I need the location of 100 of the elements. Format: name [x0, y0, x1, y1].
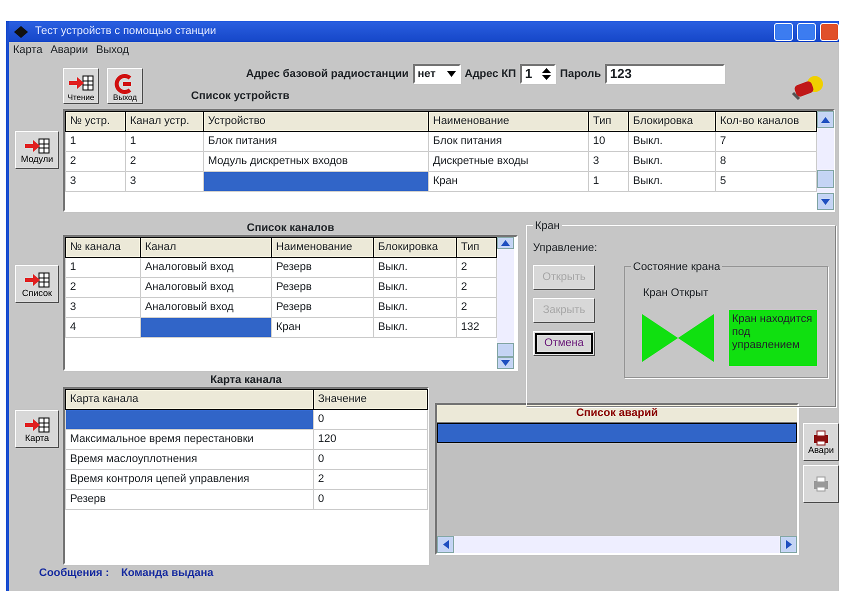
scroll-right-button[interactable]: [780, 536, 797, 553]
alarms-button[interactable]: Авари: [803, 423, 839, 461]
scroll-thumb[interactable]: [497, 343, 514, 357]
map-button[interactable]: Карта: [15, 410, 59, 448]
list-button[interactable]: Список: [15, 265, 59, 303]
kp-spinner[interactable]: 1: [520, 64, 556, 84]
field-label: Пароль: [560, 66, 601, 82]
table-cell: Резерв: [272, 277, 374, 297]
maximize-button[interactable]: [797, 22, 816, 40]
table-cell: Выкл.: [374, 317, 456, 337]
table-cell: Резерв: [272, 257, 374, 277]
column-header[interactable]: Наименование: [272, 238, 374, 257]
minimize-button[interactable]: [774, 22, 793, 40]
table-cell: 10: [588, 131, 628, 151]
panel-title: Состояние крана: [631, 259, 722, 276]
column-header[interactable]: Значение: [314, 390, 428, 409]
table-cell: 1: [66, 257, 140, 277]
column-header[interactable]: Карта канала: [66, 390, 314, 409]
connector-icon: [791, 75, 825, 101]
dropdown-arrow-icon: [446, 71, 456, 77]
scrollbar[interactable]: [437, 536, 797, 553]
column-header[interactable]: Устройство: [204, 112, 428, 131]
menu-item[interactable]: Аварии: [50, 42, 88, 59]
selected-cell[interactable]: [66, 409, 314, 429]
table-cell: 3: [66, 171, 126, 191]
field-label: Адрес КП: [464, 66, 516, 82]
table-cell: Выкл.: [628, 171, 716, 191]
modules-button[interactable]: Модули: [15, 131, 59, 169]
table-cell: 1: [126, 131, 204, 151]
exit-button[interactable]: Выход: [107, 68, 143, 104]
menu-item[interactable]: Выход: [96, 42, 129, 59]
table-cell: 3: [588, 151, 628, 171]
table-cell: 4: [66, 317, 140, 337]
state-caption: Кран Открыт: [643, 286, 710, 301]
menu-item[interactable]: Карта: [13, 42, 42, 59]
table-cell: Резерв: [66, 489, 314, 509]
status-label: Сообщения :: [39, 566, 110, 581]
scroll-down-button[interactable]: [817, 193, 834, 210]
password-field[interactable]: 123: [605, 64, 725, 84]
column-header[interactable]: Кол-во каналов: [716, 112, 816, 131]
scrollbar[interactable]: [497, 237, 514, 369]
column-header[interactable]: № устр.: [66, 112, 126, 131]
table-cell: 0: [314, 449, 428, 469]
alarm-list[interactable]: Список аварий: [435, 403, 799, 555]
app-icon: [13, 24, 29, 38]
table-cell: Кран: [272, 317, 374, 337]
table-cell: Блок питания: [428, 131, 588, 151]
panel-title: Кран: [533, 218, 562, 234]
table-cell: 5: [716, 171, 816, 191]
right-arrow-icon: [786, 540, 792, 549]
scrollbar[interactable]: [817, 111, 834, 210]
read-button[interactable]: Чтение: [63, 68, 99, 104]
table-cell: Время маслоуплотнения: [66, 449, 314, 469]
table-cell: 2: [66, 151, 126, 171]
down-arrow-icon: [821, 198, 830, 204]
column-header[interactable]: Тип: [588, 112, 628, 131]
arrow-grid-icon: [24, 416, 50, 434]
table-cell: Выкл.: [628, 131, 716, 151]
arrow-grid-icon: [24, 136, 50, 154]
column-header[interactable]: Канал: [140, 238, 272, 257]
printer-icon: [812, 430, 830, 446]
station-dropdown[interactable]: нет: [412, 64, 461, 84]
status-message: Команда выдана: [121, 566, 214, 581]
column-header[interactable]: № канала: [66, 238, 140, 257]
up-arrow-icon: [501, 240, 510, 246]
table-cell: 0: [314, 409, 428, 429]
column-header[interactable]: Блокировка: [374, 238, 456, 257]
table-cell: Кран: [428, 171, 588, 191]
table-cell: 2: [314, 469, 428, 489]
scroll-left-button[interactable]: [437, 536, 454, 553]
table-cell: 3: [126, 171, 204, 191]
table-cell: 3: [66, 297, 140, 317]
table-cell: 2: [66, 277, 140, 297]
list-row[interactable]: [437, 423, 797, 443]
selected-cell[interactable]: [204, 171, 428, 191]
selected-cell[interactable]: [140, 317, 272, 337]
field-label: Адрес базовой радиостанции: [246, 66, 409, 82]
column-header[interactable]: Канал устр.: [126, 112, 204, 131]
arrow-grid-icon: [24, 270, 50, 288]
column-header[interactable]: Список аварий: [437, 405, 797, 423]
table-cell: Выкл.: [628, 151, 716, 171]
crane-button[interactable]: Отмена: [533, 330, 595, 356]
column-header[interactable]: Тип: [456, 238, 496, 257]
column-header[interactable]: Блокировка: [628, 112, 716, 131]
table-cell: 120: [314, 429, 428, 449]
table-cell: Аналоговый вход: [140, 257, 272, 277]
table-cell: 8: [716, 151, 816, 171]
scroll-down-button[interactable]: [497, 356, 514, 369]
table-cell: Резерв: [272, 297, 374, 317]
close-button[interactable]: [820, 22, 839, 40]
scroll-thumb[interactable]: [817, 170, 834, 188]
section-title: Карта канала: [209, 373, 283, 387]
table-cell: 7: [716, 131, 816, 151]
table-cell: 1: [66, 131, 126, 151]
table-cell: Выкл.: [374, 297, 456, 317]
scroll-up-button[interactable]: [817, 111, 834, 128]
window-title: Тест устройств с помощью станции: [35, 24, 216, 40]
scroll-up-button[interactable]: [497, 237, 514, 250]
table-cell: Модуль дискретных входов: [204, 151, 428, 171]
column-header[interactable]: Наименование: [428, 112, 588, 131]
